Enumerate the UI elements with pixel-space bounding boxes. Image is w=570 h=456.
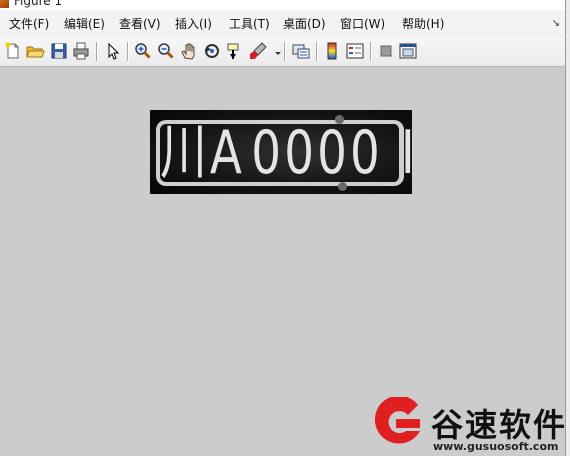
show-plot-tools-icon[interactable] bbox=[398, 41, 418, 61]
license-plate-image: 川A 0000 I bbox=[150, 110, 412, 194]
menu-view[interactable]: 查看(V) bbox=[119, 17, 161, 31]
brush-icon[interactable] bbox=[248, 41, 268, 61]
zoom-in-icon[interactable] bbox=[133, 41, 153, 61]
link-plot-icon[interactable] bbox=[291, 41, 311, 61]
menu-insert[interactable]: 插入(I) bbox=[175, 17, 212, 31]
window-right-border bbox=[565, 0, 570, 456]
brush-dropdown-icon[interactable] bbox=[268, 41, 281, 61]
rotate-3d-icon[interactable] bbox=[202, 41, 222, 61]
menu-file[interactable]: 文件(F) bbox=[9, 17, 49, 31]
plate-characters: 川A 0000 I bbox=[160, 116, 412, 190]
menu-dock-arrow-icon[interactable]: ↘ bbox=[552, 18, 560, 29]
new-figure-icon[interactable] bbox=[3, 41, 23, 61]
insert-colorbar-icon[interactable] bbox=[322, 41, 342, 61]
menu-help[interactable]: 帮助(H) bbox=[402, 17, 444, 31]
toolbar-separator bbox=[316, 42, 318, 61]
matlab-figure-icon bbox=[0, 0, 9, 8]
menu-desktop[interactable]: 桌面(D) bbox=[283, 17, 326, 31]
menu-window[interactable]: 窗口(W) bbox=[340, 17, 385, 31]
gusu-logo-icon bbox=[372, 395, 426, 451]
plate-number: 0000 I bbox=[251, 118, 412, 188]
pan-hand-icon[interactable] bbox=[179, 41, 199, 61]
edit-plot-arrow-icon[interactable] bbox=[103, 41, 123, 61]
toolbar-separator bbox=[370, 42, 372, 61]
toolbar-separator bbox=[96, 42, 98, 61]
menu-tools[interactable]: 工具(T) bbox=[229, 17, 270, 31]
figure-window: Figure 1 文件(F) 编辑(E) 查看(V) 插入(I) 工具(T) 桌… bbox=[0, 0, 570, 456]
toolbar-separator bbox=[127, 42, 129, 61]
menu-bar: 文件(F) 编辑(E) 查看(V) 插入(I) 工具(T) 桌面(D) 窗口(W… bbox=[0, 10, 570, 39]
menu-edit[interactable]: 编辑(E) bbox=[64, 17, 105, 31]
hide-plot-tools-icon[interactable] bbox=[376, 41, 396, 61]
window-title: Figure 1 bbox=[14, 0, 63, 8]
title-bar: Figure 1 bbox=[0, 0, 570, 10]
plate-province-prefix: 川A bbox=[160, 118, 246, 188]
zoom-out-icon[interactable] bbox=[156, 41, 176, 61]
insert-legend-icon[interactable] bbox=[345, 41, 365, 61]
save-icon[interactable] bbox=[49, 41, 69, 61]
figure-toolbar bbox=[0, 38, 570, 67]
print-icon[interactable] bbox=[71, 41, 91, 61]
data-cursor-icon[interactable] bbox=[225, 41, 245, 61]
open-file-icon[interactable] bbox=[25, 41, 45, 61]
toolbar-separator bbox=[284, 42, 286, 61]
watermark-url: www.gusuosoft.com bbox=[433, 440, 559, 453]
